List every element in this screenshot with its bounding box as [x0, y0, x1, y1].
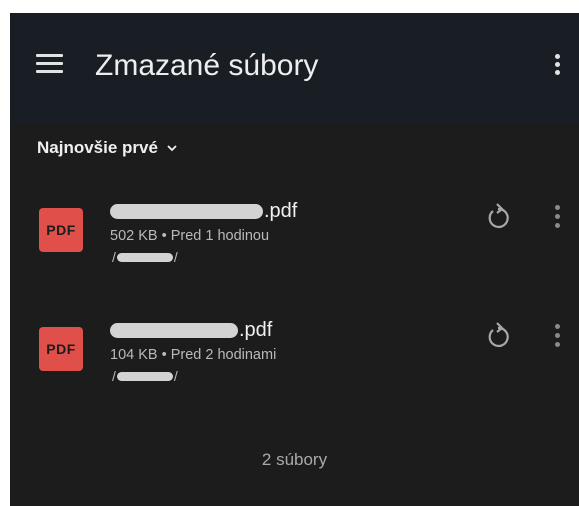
- chevron-down-icon: [167, 145, 177, 152]
- file-row[interactable]: PDF .pdf 502 KB • Pred 1 hodinou / /: [10, 200, 579, 308]
- file-extension: .pdf: [239, 318, 273, 341]
- file-row[interactable]: PDF .pdf 104 KB • Pred 2 hodinami / /: [10, 319, 579, 427]
- sort-label: Najnovšie prvé: [37, 138, 158, 157]
- redacted-filename: [110, 322, 238, 338]
- file-path: / /: [112, 248, 178, 266]
- path-suffix: /: [173, 249, 178, 265]
- file-name: .pdf: [110, 317, 272, 343]
- restore-icon[interactable]: [486, 321, 512, 349]
- path-prefix: /: [112, 249, 116, 265]
- more-vert-icon[interactable]: [548, 321, 568, 351]
- hamburger-menu-icon[interactable]: [36, 54, 63, 74]
- file-count: 2 súbory: [261, 450, 328, 469]
- path-suffix: /: [173, 368, 178, 384]
- pdf-file-icon: PDF: [39, 208, 83, 252]
- file-path: / /: [112, 367, 178, 385]
- redacted-path: [116, 371, 173, 381]
- page-title: Zmazané súbory: [95, 49, 319, 82]
- file-meta: 502 KB • Pred 1 hodinou: [110, 228, 270, 244]
- file-extension: .pdf: [264, 199, 298, 222]
- trash-screen: Zmazané súbory Najnovšie prvé PDF .pdf 5…: [10, 13, 579, 506]
- app-bar: Zmazané súbory: [10, 13, 579, 123]
- more-vert-icon[interactable]: [548, 202, 568, 232]
- redacted-filename: [110, 203, 263, 219]
- file-name: .pdf: [110, 198, 297, 224]
- sort-dropdown[interactable]: Najnovšie prvé: [37, 137, 178, 159]
- file-meta: 104 KB • Pred 2 hodinami: [110, 347, 277, 363]
- restore-icon[interactable]: [486, 202, 512, 230]
- path-prefix: /: [112, 368, 116, 384]
- more-vert-icon[interactable]: [548, 51, 568, 79]
- pdf-file-icon: PDF: [39, 327, 83, 371]
- redacted-path: [116, 252, 173, 262]
